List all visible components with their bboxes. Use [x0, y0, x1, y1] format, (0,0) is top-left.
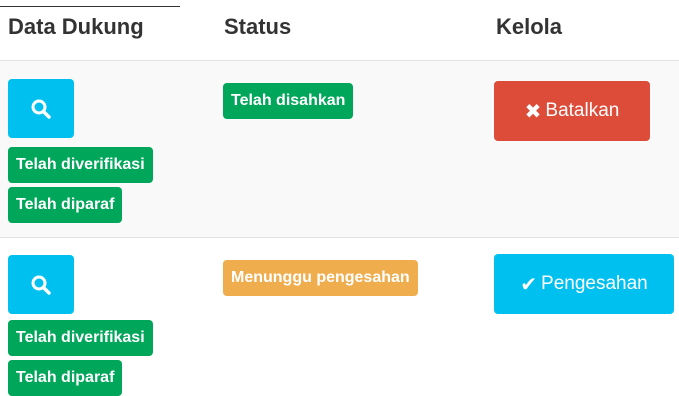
cancel-button-label: Batalkan — [545, 100, 620, 121]
initialed-badge: Telah diparaf — [8, 187, 123, 223]
check-icon: ✔ — [520, 273, 538, 296]
column-header-status: Status — [224, 14, 292, 39]
status-badge: Menunggu pengesahan — [223, 260, 418, 296]
view-document-button[interactable] — [8, 255, 74, 314]
approve-button[interactable]: ✔ Pengesahan — [494, 254, 674, 314]
times-icon: ✖ — [524, 100, 542, 123]
verified-badge: Telah diverifikasi — [8, 320, 153, 356]
table-header: Data Dukung Status Kelola — [0, 8, 679, 50]
clipped-link-underline — [0, 6, 180, 7]
cancel-button[interactable]: ✖ Batalkan — [494, 81, 650, 141]
search-icon — [31, 99, 51, 119]
status-badge: Telah disahkan — [223, 83, 354, 119]
clipped-top-content — [0, 0, 679, 8]
approve-button-label: Pengesahan — [541, 273, 648, 294]
column-header-kelola: Kelola — [496, 14, 563, 39]
search-icon — [31, 275, 51, 295]
column-header-data-dukung: Data Dukung — [8, 14, 144, 39]
table-row: Telah diverifikasi Telah diparaf Telah d… — [0, 60, 679, 237]
verified-badge: Telah diverifikasi — [8, 147, 153, 183]
view-document-button[interactable] — [8, 79, 74, 138]
table-row: Telah diverifikasi Telah diparaf Menungg… — [0, 237, 679, 396]
